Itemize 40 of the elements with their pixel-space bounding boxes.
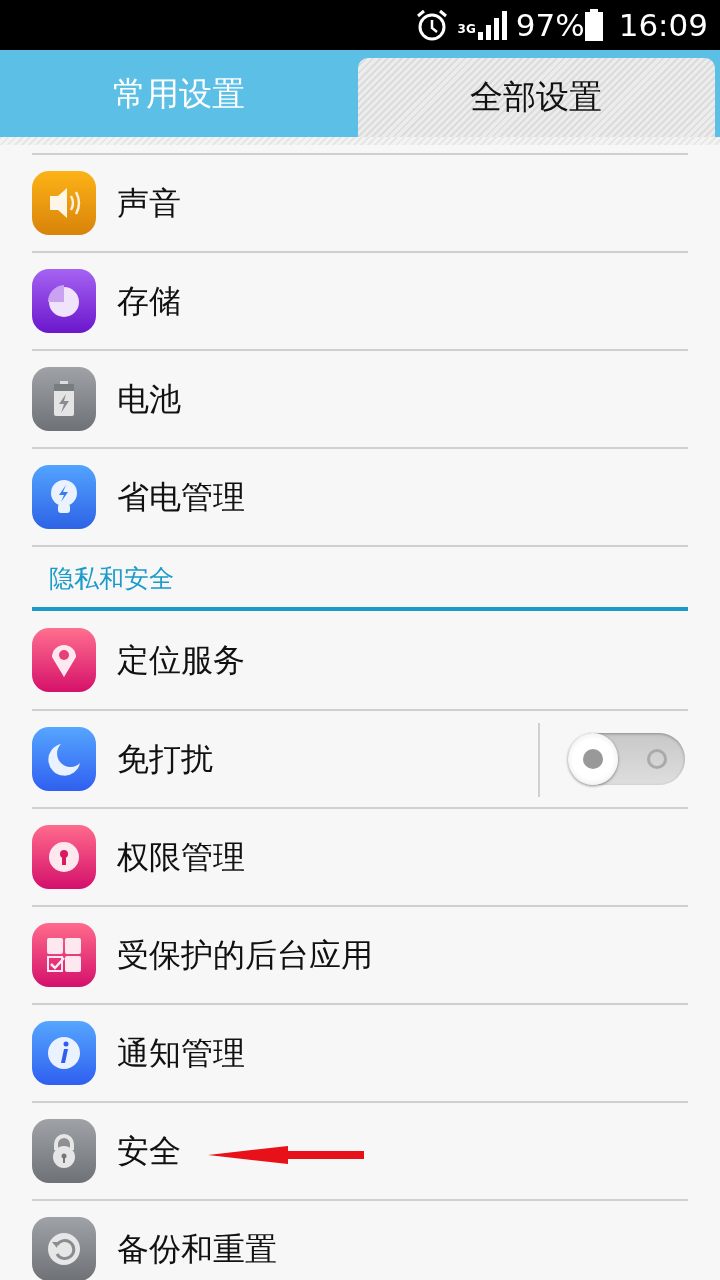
lightbulb-icon <box>32 465 96 529</box>
info-icon <box>32 1021 96 1085</box>
item-label: 权限管理 <box>117 837 245 878</box>
battery-icon <box>584 9 603 41</box>
padlock-icon <box>32 1119 96 1183</box>
item-label: 安全 <box>117 1131 181 1172</box>
item-label: 声音 <box>117 183 181 224</box>
settings-item[interactable]: 存储 <box>32 251 688 349</box>
settings-item[interactable]: 受保护的后台应用 <box>32 905 688 1003</box>
location-pin-icon <box>32 628 96 692</box>
restore-icon <box>32 1217 96 1280</box>
settings-item[interactable]: 电池 <box>32 349 688 447</box>
item-label: 备份和重置 <box>117 1229 277 1270</box>
item-label: 定位服务 <box>117 640 245 681</box>
settings-item[interactable]: 通知管理 <box>32 1003 688 1101</box>
item-label: 省电管理 <box>117 477 245 518</box>
moon-icon <box>32 727 96 791</box>
item-label: 存储 <box>117 281 181 322</box>
battery-percent: 97% <box>515 9 585 41</box>
settings-item[interactable]: 备份和重置 <box>32 1199 688 1280</box>
settings-item[interactable]: 权限管理 <box>32 807 688 905</box>
pie-chart-icon <box>32 269 96 333</box>
settings-item[interactable]: 省电管理 <box>32 447 688 545</box>
settings-item[interactable]: 声音 <box>32 153 688 251</box>
keyhole-icon <box>32 825 96 889</box>
signal-icon <box>477 10 508 40</box>
network-label: 3G <box>457 21 476 38</box>
item-label: 免打扰 <box>117 739 213 780</box>
app-grid-icon <box>32 923 96 987</box>
item-label: 通知管理 <box>117 1033 245 1074</box>
toggle-switch[interactable] <box>568 733 685 785</box>
item-label: 电池 <box>117 379 181 420</box>
speaker-icon <box>32 171 96 235</box>
tab[interactable]: 全部设置 <box>357 58 715 137</box>
battery-icon <box>32 367 96 431</box>
clock-time: 16:09 <box>618 9 708 41</box>
settings-item[interactable]: 安全 <box>32 1101 688 1199</box>
settings-item[interactable]: 定位服务 <box>32 611 688 709</box>
item-label: 受保护的后台应用 <box>117 935 373 976</box>
settings-item[interactable]: 免打扰 <box>32 709 688 807</box>
